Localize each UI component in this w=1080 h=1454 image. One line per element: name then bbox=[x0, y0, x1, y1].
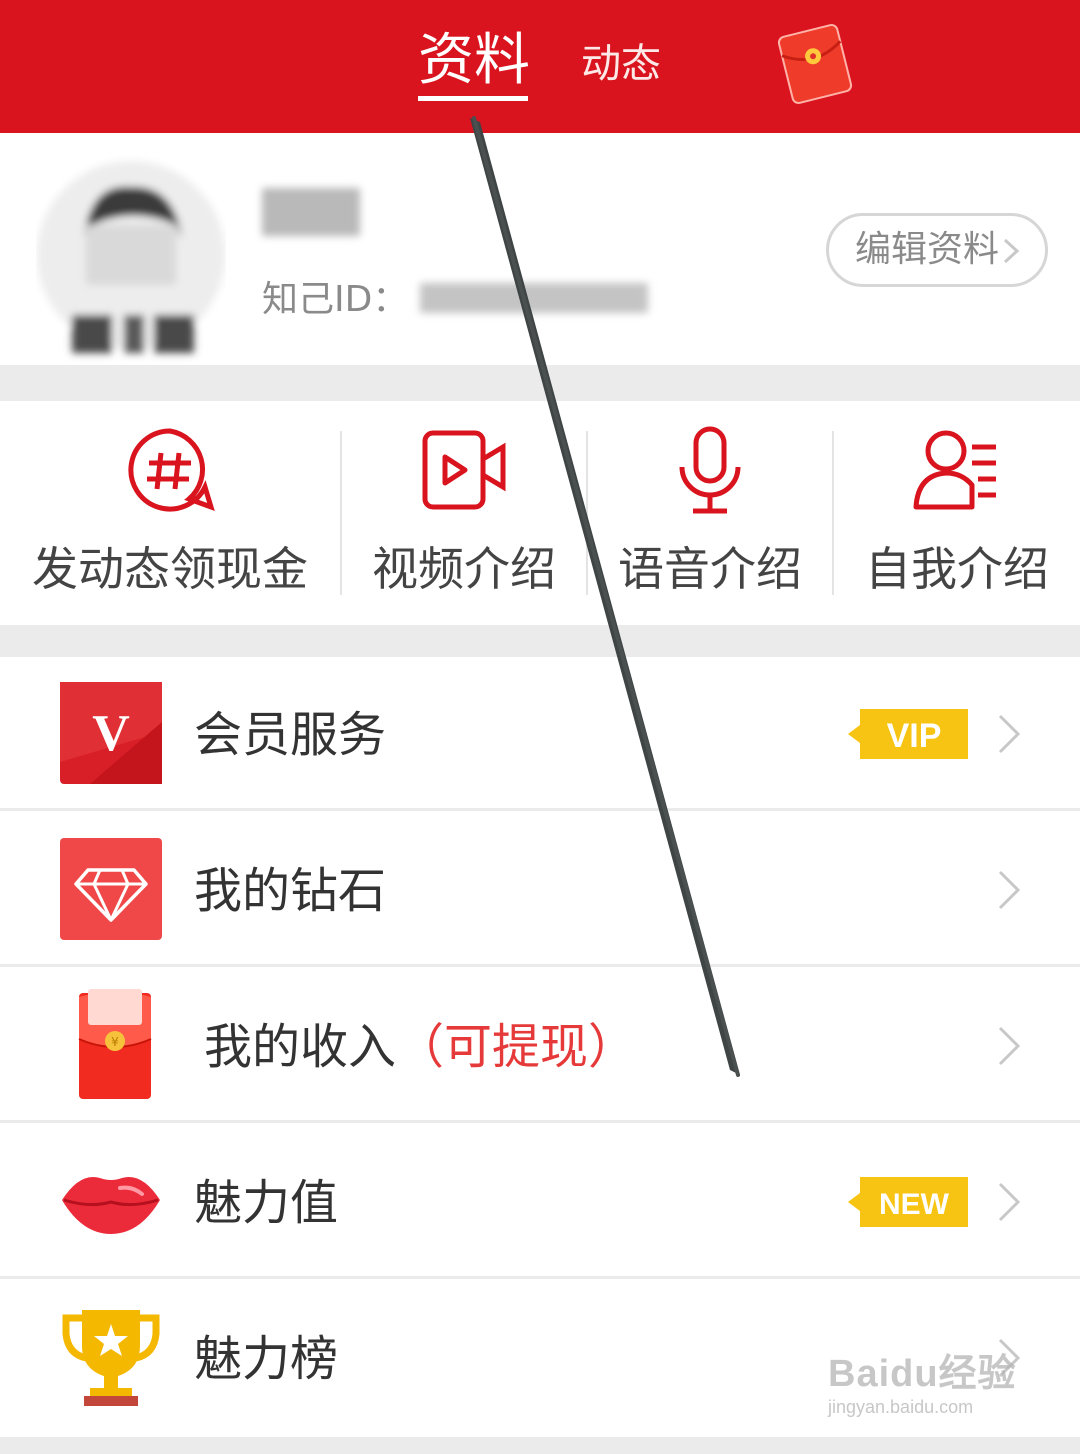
chevron-right-icon bbox=[998, 870, 1021, 910]
diamond-icon bbox=[60, 838, 162, 940]
microphone-icon bbox=[679, 426, 741, 514]
quick-action-label: 自我介绍 bbox=[865, 542, 1049, 596]
svg-text:V: V bbox=[92, 705, 130, 762]
new-badge: NEW bbox=[848, 1177, 968, 1227]
quick-action-post-moment[interactable]: 发动态领现金 bbox=[0, 401, 340, 625]
video-camera-icon bbox=[422, 430, 506, 510]
avatar[interactable] bbox=[36, 145, 226, 395]
person-list-icon bbox=[913, 430, 996, 510]
menu-item-label: 我的钻石 bbox=[194, 863, 387, 919]
chevron-right-icon bbox=[998, 714, 1021, 754]
menu-item-label: 会员服务 bbox=[194, 707, 387, 763]
menu-item-label-wrap: 我的收入（可提现） bbox=[204, 1017, 636, 1077]
user-id-blurred bbox=[420, 283, 648, 313]
quick-action-self-intro[interactable]: 自我介绍 bbox=[834, 401, 1080, 625]
section-divider bbox=[0, 365, 1080, 401]
quick-action-video-intro[interactable]: 视频介绍 bbox=[342, 401, 586, 625]
svg-text:¥: ¥ bbox=[111, 1035, 119, 1049]
hashtag-bubble-icon bbox=[128, 428, 215, 512]
watermark-brand: Baidu经验 bbox=[828, 1353, 1017, 1395]
tab-moments[interactable]: 动态 bbox=[581, 39, 661, 89]
active-tab-indicator bbox=[418, 96, 528, 101]
quick-action-voice-intro[interactable]: 语音介绍 bbox=[588, 401, 832, 625]
lips-icon bbox=[62, 1176, 160, 1234]
tab-profile[interactable]: 资料 bbox=[418, 26, 530, 96]
top-header: 资料 动态 bbox=[0, 0, 1080, 133]
chevron-right-icon bbox=[998, 1026, 1021, 1066]
quick-actions-grid: 发动态领现金 视频介绍 语音介绍 自我介绍 bbox=[0, 401, 1080, 625]
profile-card: 知己ID： 编辑资料 bbox=[0, 133, 1080, 365]
menu-item-vip-service[interactable]: V 会员服务 VIP bbox=[0, 657, 1080, 811]
edit-profile-button[interactable]: 编辑资料 bbox=[826, 213, 1048, 287]
vip-badge: VIP bbox=[848, 709, 968, 759]
menu-item-my-diamonds[interactable]: 我的钻石 bbox=[0, 813, 1080, 967]
menu-list: V 会员服务 VIP 我的钻石 ¥ 我的收入（可提现） 魅力值 NEW 魅力榜 bbox=[0, 657, 1080, 1437]
vip-badge-text: VIP bbox=[887, 717, 942, 755]
menu-item-charm-value[interactable]: 魅力值 NEW bbox=[0, 1125, 1080, 1279]
quick-action-label: 发动态领现金 bbox=[32, 542, 308, 596]
vip-v-icon: V bbox=[60, 682, 162, 784]
edit-profile-label: 编辑资料 bbox=[855, 229, 1000, 270]
menu-item-label: 魅力值 bbox=[194, 1175, 339, 1231]
watermark-url: jingyan.baidu.com bbox=[828, 1397, 974, 1417]
trophy-icon bbox=[62, 1310, 160, 1406]
new-badge-text: NEW bbox=[879, 1188, 950, 1221]
withdrawable-note: （可提现） bbox=[396, 1019, 637, 1075]
nickname-blurred bbox=[262, 188, 360, 236]
quick-action-label: 视频介绍 bbox=[372, 542, 556, 596]
menu-item-label: 我的收入 bbox=[204, 1019, 397, 1075]
red-envelope-icon: ¥ bbox=[78, 989, 152, 1099]
section-divider bbox=[0, 625, 1080, 657]
menu-item-label: 魅力榜 bbox=[194, 1331, 339, 1387]
red-envelope-icon[interactable] bbox=[775, 21, 855, 106]
quick-action-label: 语音介绍 bbox=[618, 542, 802, 596]
watermark: Baidu经验 jingyan.baidu.com bbox=[828, 1352, 1028, 1432]
chevron-right-icon bbox=[998, 1182, 1021, 1222]
menu-item-my-income[interactable]: ¥ 我的收入（可提现） bbox=[0, 969, 1080, 1123]
bottom-divider bbox=[0, 1437, 1080, 1454]
user-id-label: 知己ID： bbox=[262, 279, 409, 320]
chevron-right-icon bbox=[1003, 238, 1020, 264]
